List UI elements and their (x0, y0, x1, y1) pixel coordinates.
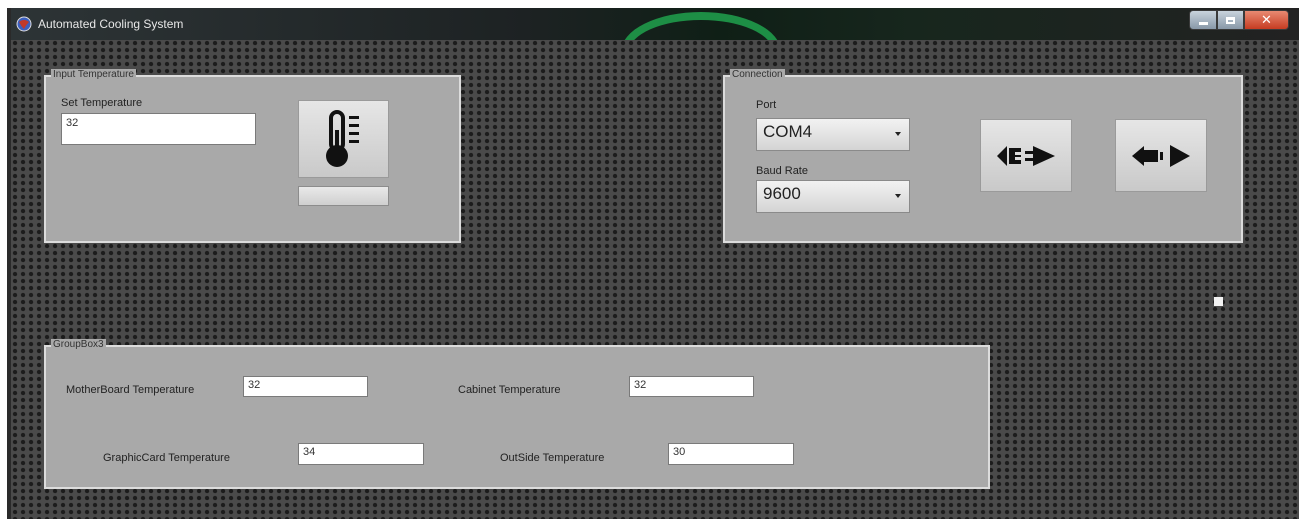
outside-temperature-label: OutSide Temperature (500, 452, 605, 464)
motherboard-temperature-input[interactable]: 32 (243, 376, 368, 397)
chevron-down-icon (895, 194, 901, 198)
baud-rate-select[interactable]: 9600 (756, 180, 910, 213)
cabinet-temperature-input[interactable]: 32 (629, 376, 754, 397)
set-temperature-label: Set Temperature (61, 97, 143, 109)
title-bar[interactable]: Automated Cooling System ✕ (11, 8, 1299, 92)
app-window: Automated Cooling System ✕ Input Tempera… (7, 8, 1299, 519)
maximize-button[interactable] (1217, 10, 1244, 30)
minimize-button[interactable] (1189, 10, 1217, 30)
port-select[interactable]: COM4 (756, 118, 910, 151)
thermometer-icon (325, 110, 359, 167)
plug-disconnect-icon (1132, 144, 1190, 167)
close-button[interactable]: ✕ (1244, 10, 1289, 30)
temperature-status-bar[interactable] (298, 186, 389, 206)
motherboard-temperature-label: MotherBoard Temperature (66, 384, 195, 396)
cabinet-temperature-label: Cabinet Temperature (458, 384, 561, 396)
baud-rate-select-value: 9600 (763, 184, 801, 203)
graphiccard-temperature-label: GraphicCard Temperature (103, 452, 230, 464)
maximize-icon (1226, 16, 1235, 24)
set-temperature-input[interactable]: 32 (61, 113, 256, 145)
chevron-down-icon (895, 132, 901, 136)
close-icon: ✕ (1261, 12, 1272, 27)
input-temperature-group: Input Temperature Set Temperature 32 (44, 69, 461, 243)
minimize-icon (1198, 21, 1208, 25)
graphiccard-temperature-input[interactable]: 34 (298, 443, 424, 465)
groupbox3-title: GroupBox3 (51, 339, 106, 351)
indicator-dot (1214, 297, 1223, 306)
window-title: Automated Cooling System (38, 17, 184, 31)
set-temperature-button[interactable] (298, 100, 389, 178)
connection-group-title: Connection (730, 69, 785, 81)
client-area: Input Temperature Set Temperature 32 Con… (11, 40, 1299, 519)
baud-rate-label: Baud Rate (756, 165, 808, 177)
connect-button[interactable] (980, 119, 1072, 192)
input-temperature-group-title: Input Temperature (51, 69, 136, 81)
port-select-value: COM4 (763, 122, 813, 141)
plug-connect-icon (997, 145, 1055, 166)
groupbox3: GroupBox3 MotherBoard Temperature 32 Cab… (44, 339, 990, 489)
disconnect-button[interactable] (1115, 119, 1207, 192)
app-globe-icon (16, 16, 32, 32)
connection-group: Connection Port COM4 Baud Rate 9600 (723, 69, 1243, 243)
port-label: Port (756, 99, 777, 111)
outside-temperature-input[interactable]: 30 (668, 443, 794, 465)
caption-buttons: ✕ (1189, 10, 1289, 30)
